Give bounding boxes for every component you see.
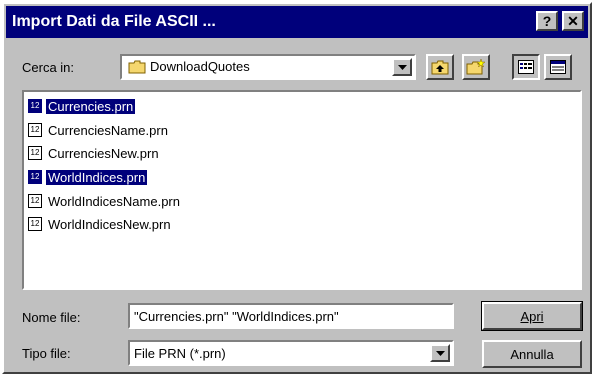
prn-file-icon: 12 — [28, 123, 42, 137]
list-item[interactable]: 12 CurrenciesName.prn — [28, 120, 170, 140]
file-dialog: Import Dati da File ASCII ... ? ✕ Cerca … — [2, 2, 592, 374]
folder-icon — [128, 60, 146, 73]
prn-file-icon: 12 — [28, 146, 42, 160]
up-folder-icon — [431, 60, 449, 75]
filetype-value: File PRN (*.prn) — [134, 346, 226, 361]
chevron-down-icon[interactable] — [392, 58, 412, 76]
close-button[interactable]: ✕ — [562, 11, 584, 31]
list-view-button[interactable] — [512, 54, 540, 80]
filename-field[interactable]: "Currencies.prn" "WorldIndices.prn" — [128, 303, 454, 329]
new-folder-button[interactable] — [462, 54, 490, 80]
filename-label: Nome file: — [22, 310, 81, 325]
filename-value: "Currencies.prn" "WorldIndices.prn" — [134, 309, 339, 324]
prn-file-icon: 12 — [28, 170, 42, 184]
list-item[interactable]: 12 Currencies.prn — [28, 96, 136, 116]
list-view-icon — [518, 60, 534, 74]
list-item[interactable]: 12 CurrenciesNew.prn — [28, 143, 161, 163]
filetype-label: Tipo file: — [22, 346, 71, 361]
open-button[interactable]: Apri — [481, 301, 583, 331]
cancel-button[interactable]: Annulla — [482, 340, 582, 368]
new-folder-icon — [466, 59, 486, 75]
filetype-dropdown[interactable]: File PRN (*.prn) — [128, 340, 454, 366]
title-bar: Import Dati da File ASCII ... ? ✕ — [6, 6, 588, 38]
prn-file-icon: 12 — [28, 194, 42, 208]
prn-file-icon: 12 — [28, 99, 42, 113]
list-item[interactable]: 12 WorldIndicesNew.prn — [28, 214, 173, 234]
up-folder-button[interactable] — [426, 54, 454, 80]
help-button[interactable]: ? — [536, 11, 558, 31]
prn-file-icon: 12 — [28, 217, 42, 231]
chevron-down-icon[interactable] — [430, 344, 450, 362]
list-item[interactable]: 12 WorldIndices.prn — [28, 167, 148, 187]
file-list[interactable]: 12 Currencies.prn 12 CurrenciesName.prn … — [22, 90, 582, 290]
details-view-icon — [550, 60, 566, 74]
lookin-dropdown[interactable]: DownloadQuotes — [120, 54, 416, 80]
lookin-value: DownloadQuotes — [150, 59, 250, 74]
lookin-label: Cerca in: — [22, 60, 75, 75]
window-title: Import Dati da File ASCII ... — [12, 13, 216, 30]
details-view-button[interactable] — [544, 54, 572, 80]
list-item[interactable]: 12 WorldIndicesName.prn — [28, 191, 182, 211]
